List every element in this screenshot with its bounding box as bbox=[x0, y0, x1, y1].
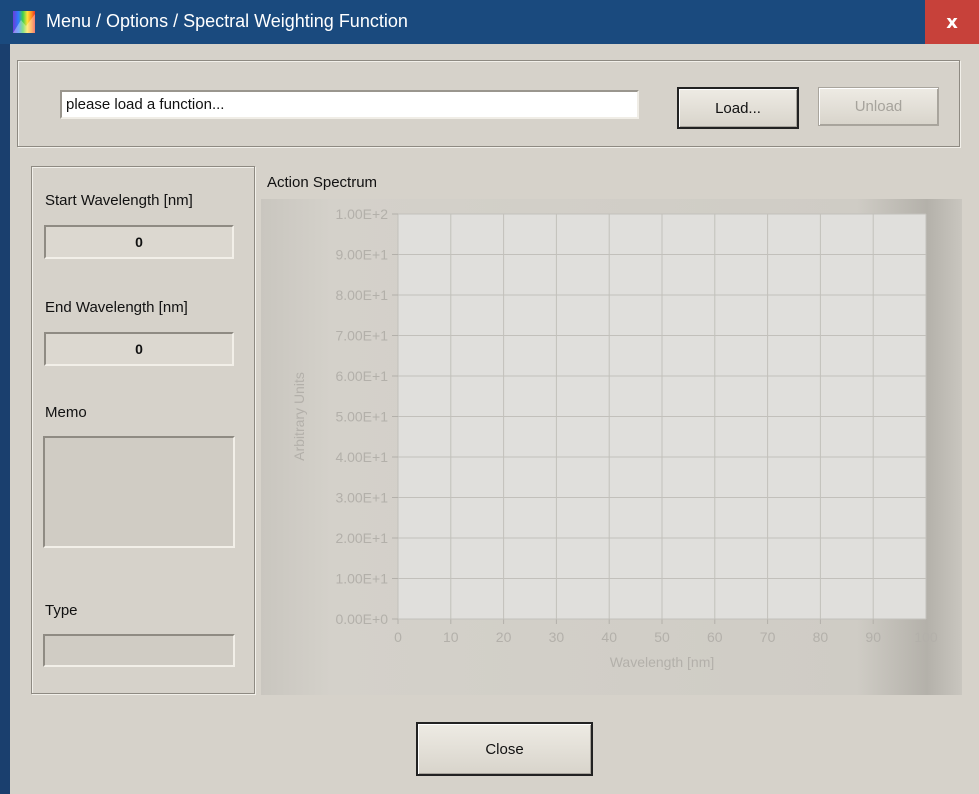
y-tick-label: 0.00E+0 bbox=[335, 611, 388, 627]
action-spectrum-chart: 0 10 20 30 40 50 60 70 80 90 100 0.00E+0 1.00E+1 2.00… bbox=[291, 206, 938, 670]
chart-title: Action Spectrum bbox=[267, 174, 378, 191]
type-field bbox=[43, 634, 235, 667]
y-tick-label: 1.00E+1 bbox=[335, 571, 388, 587]
window-title: Menu / Options / Spectral Weighting Func… bbox=[46, 11, 408, 31]
end-wavelength-label: End Wavelength [nm] bbox=[45, 299, 188, 316]
x-tick-label: 90 bbox=[865, 629, 881, 645]
x-tick-label: 20 bbox=[496, 629, 512, 645]
spectrum-app-icon bbox=[13, 11, 35, 33]
x-tick-label: 10 bbox=[443, 629, 459, 645]
x-tick-label: 70 bbox=[760, 629, 776, 645]
close-icon: x bbox=[946, 11, 958, 33]
x-tick-label: 100 bbox=[914, 629, 938, 645]
x-tick-label: 50 bbox=[654, 629, 670, 645]
x-tick-label: 40 bbox=[601, 629, 617, 645]
y-tick-label: 5.00E+1 bbox=[335, 409, 388, 425]
x-tick-label: 30 bbox=[549, 629, 565, 645]
memo-field bbox=[43, 436, 235, 548]
x-tick-label: 60 bbox=[707, 629, 723, 645]
memo-label: Memo bbox=[45, 404, 87, 421]
y-tick-label: 8.00E+1 bbox=[335, 287, 388, 303]
start-wavelength-field: 0 bbox=[44, 225, 234, 259]
x-axis-label: Wavelength [nm] bbox=[610, 654, 715, 670]
start-wavelength-label: Start Wavelength [nm] bbox=[45, 192, 193, 209]
function-path-field[interactable]: please load a function... bbox=[60, 90, 639, 119]
x-tick-label: 0 bbox=[394, 629, 402, 645]
dialog-body: please load a function... Load... Unload… bbox=[10, 44, 979, 794]
y-tick-label: 3.00E+1 bbox=[335, 490, 388, 506]
close-button[interactable]: Close bbox=[416, 722, 593, 776]
x-tick-label: 80 bbox=[813, 629, 829, 645]
y-tick-label: 7.00E+1 bbox=[335, 328, 388, 344]
y-tick-label: 6.00E+1 bbox=[335, 368, 388, 384]
unload-button[interactable]: Unload bbox=[818, 87, 939, 126]
y-tick-label: 9.00E+1 bbox=[335, 247, 388, 263]
y-tick-label: 1.00E+2 bbox=[335, 206, 388, 222]
window-close-button[interactable]: x bbox=[925, 0, 979, 44]
y-axis-label: Arbitrary Units bbox=[291, 372, 307, 461]
y-tick-label: 2.00E+1 bbox=[335, 530, 388, 546]
type-label: Type bbox=[45, 602, 78, 619]
end-wavelength-field: 0 bbox=[44, 332, 234, 366]
y-tick-label: 4.00E+1 bbox=[335, 449, 388, 465]
load-button[interactable]: Load... bbox=[677, 87, 799, 129]
title-bar: Menu / Options / Spectral Weighting Func… bbox=[0, 0, 979, 44]
